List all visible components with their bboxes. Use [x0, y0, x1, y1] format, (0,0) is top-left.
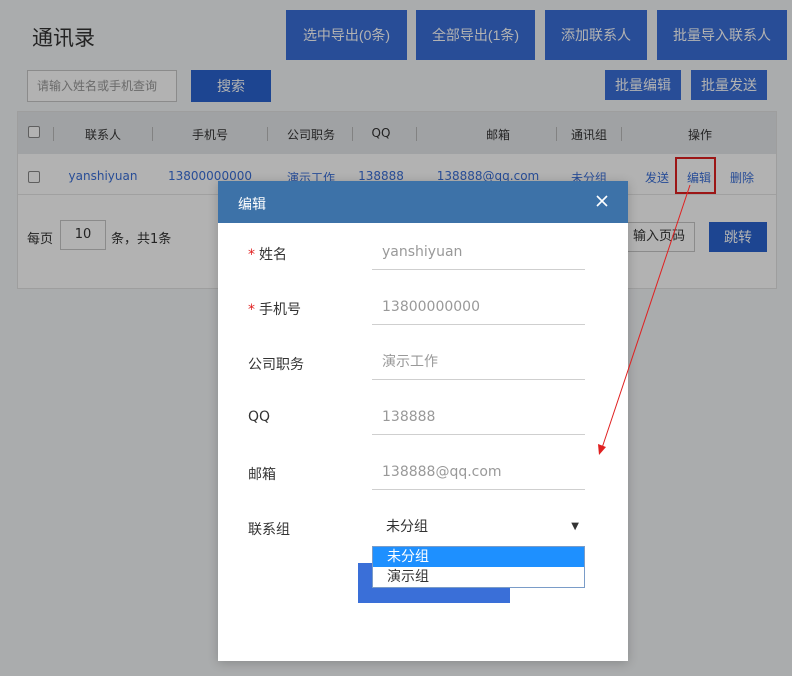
phone-field[interactable]: 13800000000 [372, 289, 585, 325]
group-option-ungrouped[interactable]: 未分组 [373, 547, 584, 567]
group-option-demo[interactable]: 演示组 [373, 567, 584, 587]
qq-label: QQ [248, 409, 271, 425]
email-field[interactable]: 138888@qq.com [372, 454, 585, 490]
group-label: 联系组 [248, 522, 290, 538]
required-mark: * [248, 247, 255, 263]
email-label: 邮箱 [248, 467, 276, 483]
required-mark: * [248, 302, 255, 318]
group-dropdown-list: 未分组 演示组 [372, 546, 585, 588]
dropdown-arrow-icon: ▼ [571, 521, 579, 532]
name-field[interactable]: yanshiyuan [372, 234, 585, 270]
close-icon[interactable] [592, 191, 612, 211]
group-select-value: 未分组 [386, 519, 428, 535]
qq-field[interactable]: 138888 [372, 399, 585, 435]
edit-dialog: 编辑 * 姓名 yanshiyuan * 手机号 13800000000 公司职务 … [218, 181, 628, 661]
dialog-header: 编辑 [218, 181, 628, 223]
dialog-title: 编辑 [238, 197, 266, 213]
group-select[interactable]: 未分组 ▼ [372, 515, 585, 539]
name-label: * 姓名 [248, 247, 287, 263]
job-title-label: 公司职务 [248, 357, 304, 373]
job-title-field[interactable]: 演示工作 [372, 344, 585, 380]
phone-label: * 手机号 [248, 302, 301, 318]
